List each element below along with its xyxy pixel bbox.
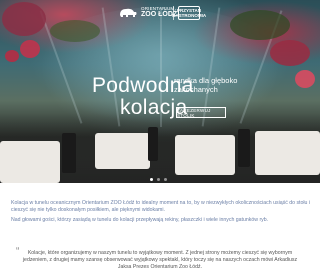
badge-line2: GASTRONOMIA [171,13,207,18]
hero-subtitle: randka dla głęboko zakochanych [174,76,238,94]
description-paragraph-2: Nad głowami gości, którzy zasiądą w tune… [11,216,269,223]
testimonial-quote: Kolacje, które organizujemy w naszym tun… [22,250,298,270]
slider-dots [150,178,167,181]
dining-tables [0,113,320,183]
slide-dot-3[interactable] [164,178,167,181]
gastronomy-logo[interactable]: PRZYSTAN GASTRONOMIA [172,6,206,20]
description-paragraph-1: Kolacja w tunelu oceanicznym Orientarium… [11,200,310,214]
orientarium-zoo-logo[interactable]: ORIENTARIUM ZOO ŁÓDŹ [118,6,177,18]
hero-banner: ORIENTARIUM ZOO ŁÓDŹ PRZYSTAN GASTRONOMI… [0,0,320,183]
slide-dot-2[interactable] [157,178,160,181]
reserve-table-button[interactable]: ZAREZERWUJ STOLIK [176,107,226,118]
slide-dot-1[interactable] [150,178,153,181]
description-section: Kolacja w tunelu oceanicznym Orientarium… [11,200,311,226]
header-bar: ORIENTARIUM ZOO ŁÓDŹ PRZYSTAN GASTRONOMI… [0,0,320,24]
quote-icon: “ [16,246,20,257]
elephant-icon [120,8,137,17]
